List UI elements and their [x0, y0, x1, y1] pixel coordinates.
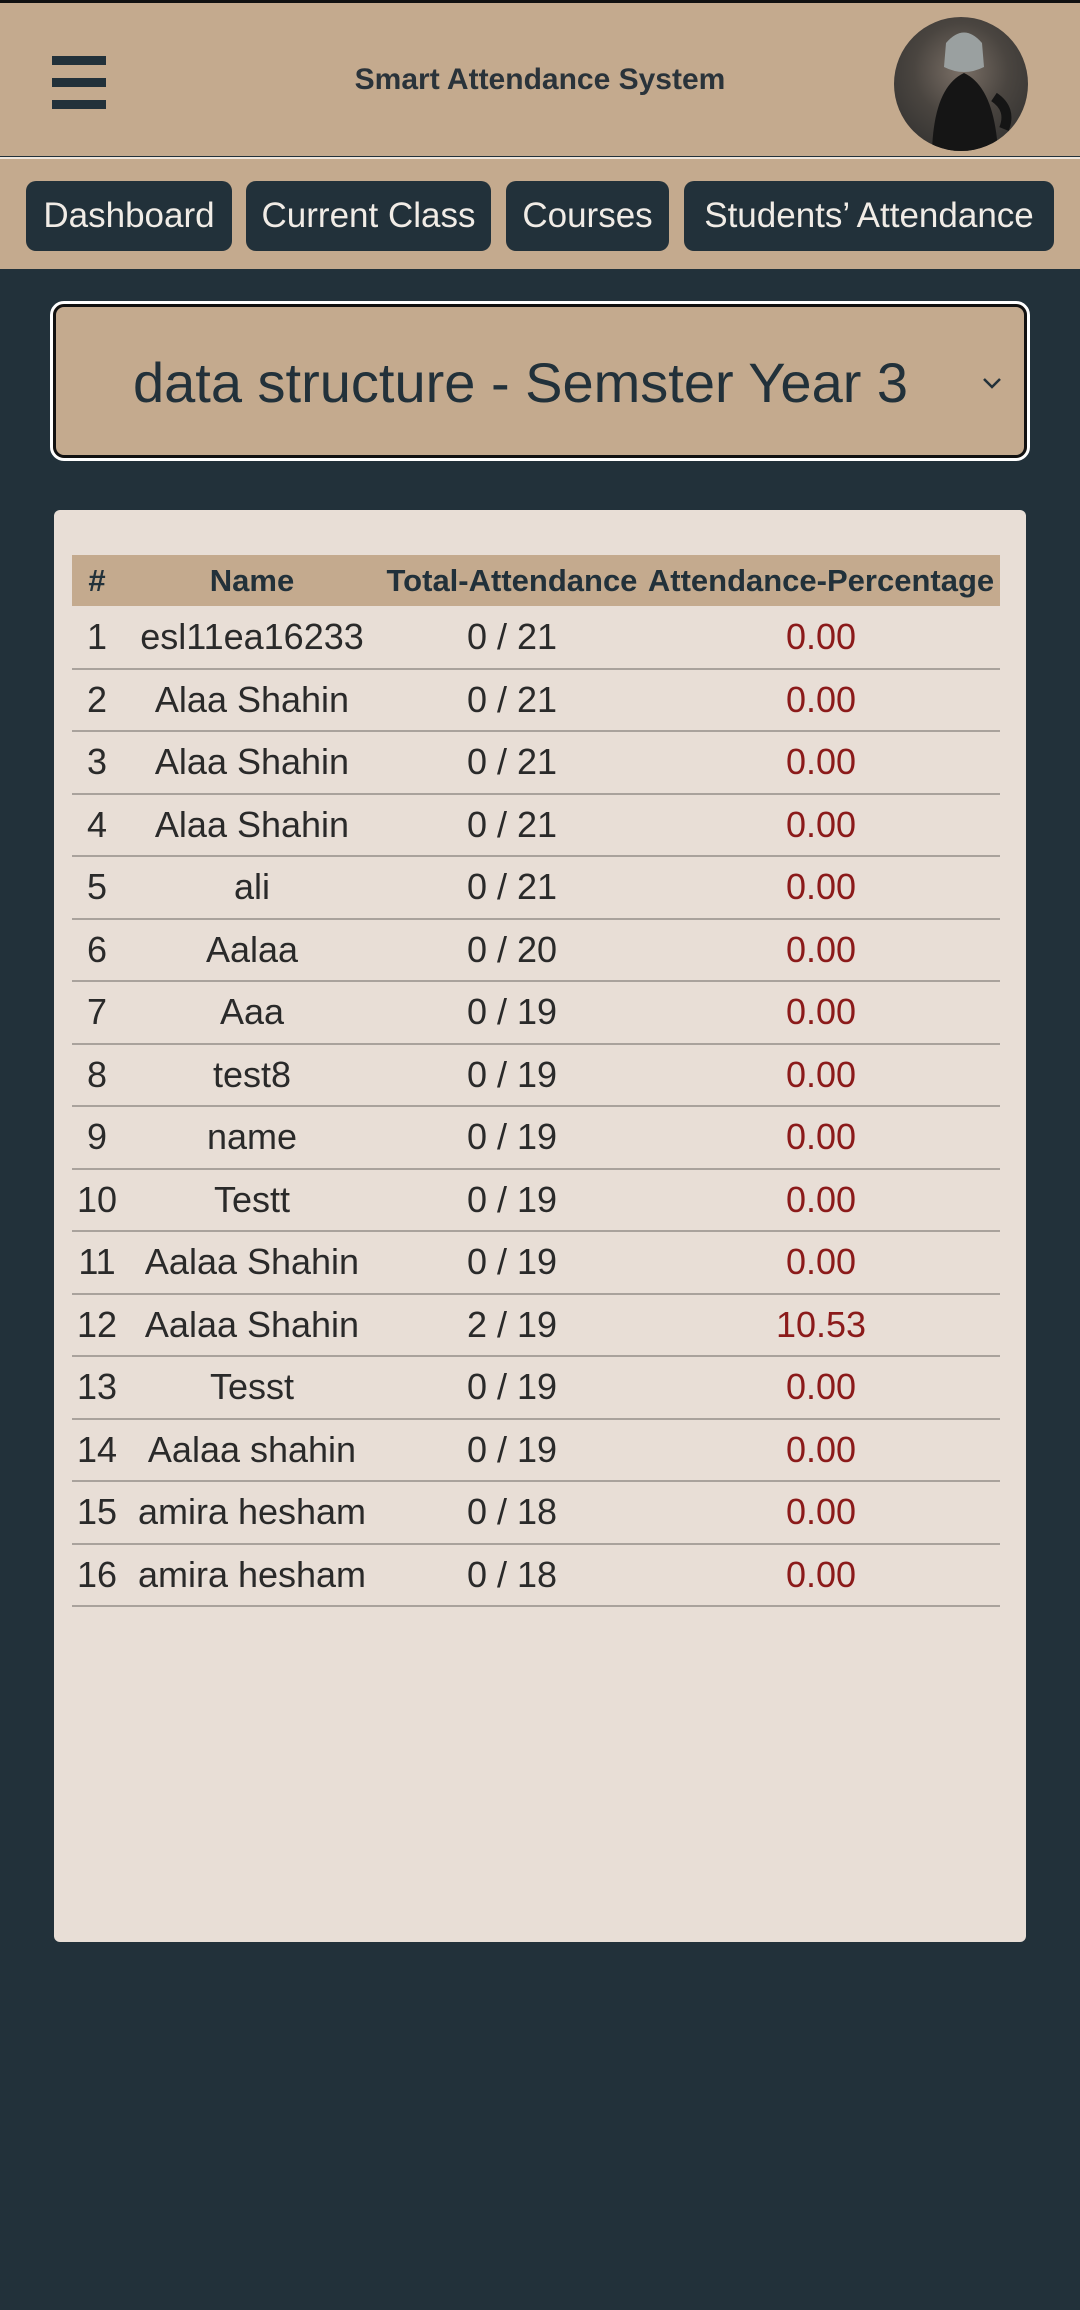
chevron-down-icon: [983, 378, 1001, 389]
student-name: Alaa Shahin: [122, 793, 382, 857]
student-name: ali: [122, 856, 382, 920]
row-number: 9: [72, 1106, 122, 1170]
total-attendance: 0 / 19: [382, 1043, 642, 1107]
col-header-number: #: [88, 562, 106, 598]
attendance-percentage: 0.00: [642, 1168, 1000, 1232]
total-attendance: 0 / 19: [382, 1231, 642, 1295]
table-row: 13 Tesst 0 / 19 0.00: [72, 1356, 1000, 1420]
student-name: amira hesham: [122, 1481, 382, 1545]
table-header-row: # Name Total-Attendance Attendance-Perce…: [72, 555, 1000, 606]
attendance-percentage: 10.53: [642, 1293, 1000, 1357]
attendance-percentage: 0.00: [642, 731, 1000, 795]
table-row: 14 Aalaa shahin 0 / 19 0.00: [72, 1418, 1000, 1482]
row-number: 14: [72, 1418, 122, 1482]
table-body: 1 esl11ea16233 0 / 21 0.00 2 Alaa Shahin 0 / 2…: [72, 606, 1000, 1607]
total-attendance: 0 / 21: [382, 606, 642, 670]
row-number: 1: [72, 606, 122, 670]
total-attendance: 0 / 21: [382, 793, 642, 857]
total-attendance: 0 / 19: [382, 1356, 642, 1420]
attendance-percentage: 0.00: [642, 606, 1000, 670]
table-row: 5 ali 0 / 21 0.00: [72, 856, 1000, 920]
student-name: Aalaa Shahin: [122, 1231, 382, 1295]
attendance-percentage: 0.00: [642, 1543, 1000, 1607]
student-name: Aaa: [122, 981, 382, 1045]
total-attendance: 0 / 19: [382, 1168, 642, 1232]
row-number: 4: [72, 793, 122, 857]
row-number: 13: [72, 1356, 122, 1420]
row-number: 8: [72, 1043, 122, 1107]
student-name: Alaa Shahin: [122, 668, 382, 732]
table-row: 1 esl11ea16233 0 / 21 0.00: [72, 606, 1000, 670]
attendance-panel: # Name Total-Attendance Attendance-Perce…: [54, 510, 1026, 1942]
row-number: 12: [72, 1293, 122, 1357]
table-row: 10 Testt 0 / 19 0.00: [72, 1168, 1000, 1232]
student-name: Aalaa Shahin: [122, 1293, 382, 1357]
avatar-photo-icon: [932, 32, 1012, 151]
total-attendance: 0 / 20: [382, 918, 642, 982]
student-name: Aalaa: [122, 918, 382, 982]
row-number: 3: [72, 731, 122, 795]
course-select-value: data structure - Semster Year 3: [133, 351, 909, 414]
row-number: 16: [72, 1543, 122, 1607]
total-attendance: 2 / 19: [382, 1293, 642, 1357]
attendance-percentage: 0.00: [642, 918, 1000, 982]
attendance-percentage: 0.00: [642, 668, 1000, 732]
student-name: Testt: [122, 1168, 382, 1232]
col-header-name: Name: [209, 562, 295, 598]
total-attendance: 0 / 18: [382, 1481, 642, 1545]
student-name: Alaa Shahin: [122, 731, 382, 795]
table-row: 8 test8 0 / 19 0.00: [72, 1043, 1000, 1107]
tab-courses[interactable]: Courses: [506, 181, 669, 251]
attendance-percentage: 0.00: [642, 1356, 1000, 1420]
col-header-total-attendance: Total-Attendance: [386, 562, 638, 598]
attendance-percentage: 0.00: [642, 1481, 1000, 1545]
row-number: 7: [72, 981, 122, 1045]
table-row: 4 Alaa Shahin 0 / 21 0.00: [72, 793, 1000, 857]
student-name: test8: [122, 1043, 382, 1107]
top-bar: Smart Attendance System: [0, 0, 1080, 156]
row-number: 11: [72, 1231, 122, 1295]
table-row: 2 Alaa Shahin 0 / 21 0.00: [72, 668, 1000, 732]
attendance-percentage: 0.00: [642, 1418, 1000, 1482]
user-avatar[interactable]: [894, 17, 1028, 151]
row-number: 2: [72, 668, 122, 732]
total-attendance: 0 / 18: [382, 1543, 642, 1607]
total-attendance: 0 / 21: [382, 731, 642, 795]
attendance-table: # Name Total-Attendance Attendance-Perce…: [72, 555, 1000, 1607]
table-row: 3 Alaa Shahin 0 / 21 0.00: [72, 731, 1000, 795]
total-attendance: 0 / 21: [382, 856, 642, 920]
total-attendance: 0 / 19: [382, 1418, 642, 1482]
attendance-percentage: 0.00: [642, 1231, 1000, 1295]
table-row: 7 Aaa 0 / 19 0.00: [72, 981, 1000, 1045]
student-name: Tesst: [122, 1356, 382, 1420]
attendance-percentage: 0.00: [642, 981, 1000, 1045]
table-row: 16 amira hesham 0 / 18 0.00: [72, 1543, 1000, 1607]
total-attendance: 0 / 21: [382, 668, 642, 732]
col-header-attendance-percentage: Attendance-Percentage: [647, 562, 995, 598]
student-name: Aalaa shahin: [122, 1418, 382, 1482]
table-row: 6 Aalaa 0 / 20 0.00: [72, 918, 1000, 982]
attendance-percentage: 0.00: [642, 793, 1000, 857]
tab-dashboard[interactable]: Dashboard: [26, 181, 232, 251]
tab-students-attendance[interactable]: Students’ Attendance: [684, 181, 1054, 251]
student-name: name: [122, 1106, 382, 1170]
attendance-percentage: 0.00: [642, 856, 1000, 920]
tab-current-class[interactable]: Current Class: [246, 181, 491, 251]
total-attendance: 0 / 19: [382, 981, 642, 1045]
row-number: 15: [72, 1481, 122, 1545]
row-number: 10: [72, 1168, 122, 1232]
table-row: 15 amira hesham 0 / 18 0.00: [72, 1481, 1000, 1545]
row-number: 5: [72, 856, 122, 920]
course-select[interactable]: data structure - Semster Year 3: [50, 301, 1030, 461]
table-row: 12 Aalaa Shahin 2 / 19 10.53: [72, 1293, 1000, 1357]
attendance-percentage: 0.00: [642, 1106, 1000, 1170]
attendance-percentage: 0.00: [642, 1043, 1000, 1107]
student-name: amira hesham: [122, 1543, 382, 1607]
nav-tabs: Dashboard Current Class Courses Students…: [0, 157, 1080, 269]
row-number: 6: [72, 918, 122, 982]
table-row: 11 Aalaa Shahin 0 / 19 0.00: [72, 1231, 1000, 1295]
total-attendance: 0 / 19: [382, 1106, 642, 1170]
table-row: 9 name 0 / 19 0.00: [72, 1106, 1000, 1170]
student-name: esl11ea16233: [122, 606, 382, 670]
